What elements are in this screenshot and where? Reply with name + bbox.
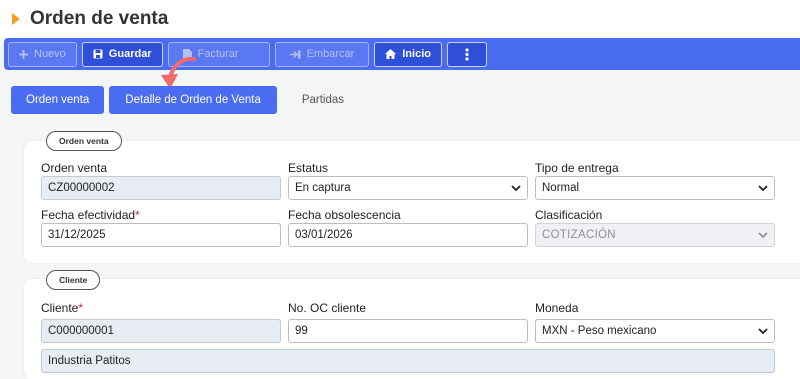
cliente-label: Cliente* [41, 301, 83, 315]
tab-partidas[interactable]: Partidas [282, 86, 358, 114]
plus-icon [19, 49, 28, 59]
fecha-obsolescencia-field[interactable]: 03/01/2026 [288, 223, 528, 247]
save-icon [93, 49, 103, 59]
guardar-button[interactable]: Guardar [81, 41, 163, 67]
fecha-efectividad-value: 31/12/2025 [48, 229, 106, 241]
inicio-label: Inicio [402, 48, 431, 60]
cliente-label-text: Cliente [41, 301, 79, 315]
title-bar: Orden de venta [0, 0, 800, 38]
oc-cliente-field[interactable]: 99 [288, 319, 528, 343]
cliente-value: C000000001 [48, 325, 114, 337]
fecha-efectividad-text: Fecha efectividad [41, 208, 136, 222]
moneda-label: Moneda [535, 301, 579, 315]
ship-out-icon [289, 50, 301, 58]
chevron-down-icon [758, 232, 768, 239]
tipo-entrega-value: Normal [542, 182, 580, 194]
oc-cliente-value: 99 [295, 325, 308, 337]
kebab-menu-icon [465, 47, 469, 61]
fecha-obsolescencia-label: Fecha obsolescencia [288, 208, 401, 222]
section-badge-cliente: Cliente [46, 270, 101, 290]
tab-detalle-orden[interactable]: Detalle de Orden de Venta [109, 86, 277, 114]
tab-orden-venta[interactable]: Orden venta [11, 86, 105, 114]
nuevo-label: Nuevo [34, 48, 66, 60]
tipo-entrega-label: Tipo de entrega [535, 161, 619, 175]
fecha-efectividad-field[interactable]: 31/12/2025 [41, 223, 281, 247]
tipo-entrega-select[interactable]: Normal [535, 176, 775, 200]
estatus-value: En captura [295, 182, 351, 194]
page-title: Orden de venta [30, 8, 169, 29]
chevron-down-icon [758, 328, 768, 335]
cliente-field[interactable]: C000000001 [41, 319, 281, 343]
home-icon [385, 49, 397, 59]
oc-cliente-label: No. OC cliente [288, 301, 367, 315]
fecha-efectividad-label: Fecha efectividad* [41, 208, 140, 222]
moneda-value: MXN - Peso mexicano [542, 325, 657, 337]
clasificacion-select[interactable]: COTIZACIÓN [535, 223, 775, 247]
moneda-select[interactable]: MXN - Peso mexicano [535, 319, 775, 343]
cliente-nombre-value: Industria Patitos [48, 355, 131, 367]
estatus-select[interactable]: En captura [288, 176, 528, 200]
orden-venta-label: Orden venta [41, 161, 108, 175]
embarcar-label: Embarcar [306, 48, 355, 60]
cliente-nombre-field[interactable]: Industria Patitos [41, 349, 775, 373]
estatus-label: Estatus [288, 161, 329, 175]
orden-venta-field[interactable]: CZ00000002 [41, 176, 281, 200]
orden-venta-value: CZ00000002 [48, 182, 115, 194]
nuevo-button[interactable]: Nuevo [8, 41, 77, 67]
fecha-obsolescencia-value: 03/01/2026 [295, 229, 353, 241]
embarcar-button[interactable]: Embarcar [274, 41, 370, 67]
required-mark: * [135, 208, 140, 222]
chevron-down-icon [758, 185, 768, 192]
guardar-label: Guardar [108, 48, 152, 60]
toolbar: Nuevo Guardar Facturar Embarcar Inicio [4, 38, 800, 70]
clasificacion-label: Clasificación [535, 208, 603, 222]
more-options-button[interactable] [446, 41, 487, 67]
tab-bar: Orden venta Detalle de Orden de Venta Pa… [11, 86, 358, 114]
inicio-button[interactable]: Inicio [374, 41, 442, 67]
chevron-down-icon [511, 185, 521, 192]
required-mark: * [78, 301, 84, 315]
facturar-label: Facturar [197, 48, 239, 60]
section-badge-orden: Orden venta [46, 131, 122, 151]
clasificacion-value: COTIZACIÓN [542, 229, 616, 241]
caret-icon [12, 13, 20, 25]
